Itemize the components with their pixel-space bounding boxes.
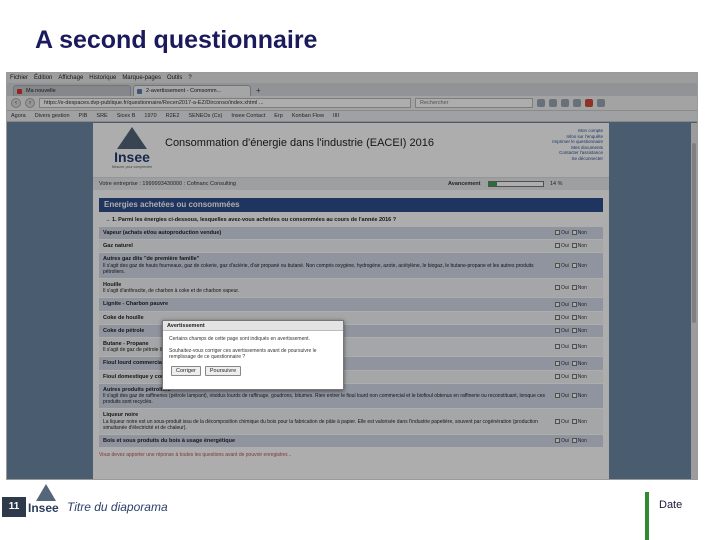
- footer-logo-mark-icon: [36, 484, 56, 501]
- browser-window: Fichier Édition Affichage Historique Marque-…: [6, 72, 698, 480]
- footer-date: Date: [659, 499, 683, 511]
- modal-overlay: [7, 73, 697, 479]
- slide-title: A second questionnaire: [35, 26, 318, 54]
- slide-number: 11: [2, 497, 26, 517]
- slide: A second questionnaire Fichier Édition Aff…: [0, 0, 720, 540]
- dialog-buttons: Corriger Poursuivre: [163, 365, 343, 376]
- dialog-line-2: Souhaitez-vous corriger ces avertissemen…: [169, 347, 317, 361]
- dialog-text: Certains champs de cette page sont indiq…: [163, 331, 343, 361]
- footer-insee-logo: Insee: [28, 484, 62, 520]
- footer-title: Titre du diaporama: [67, 500, 168, 514]
- footer-divider: [645, 492, 649, 540]
- continue-button[interactable]: Poursuivre: [204, 365, 242, 376]
- dialog-title: Avertissement: [163, 321, 343, 331]
- warning-dialog: Avertissement Certains champs de cette p…: [162, 320, 344, 390]
- dialog-line-1: Certains champs de cette page sont indiq…: [169, 336, 310, 342]
- correct-button[interactable]: Corriger: [171, 365, 201, 376]
- footer-logo-text: Insee: [28, 501, 59, 515]
